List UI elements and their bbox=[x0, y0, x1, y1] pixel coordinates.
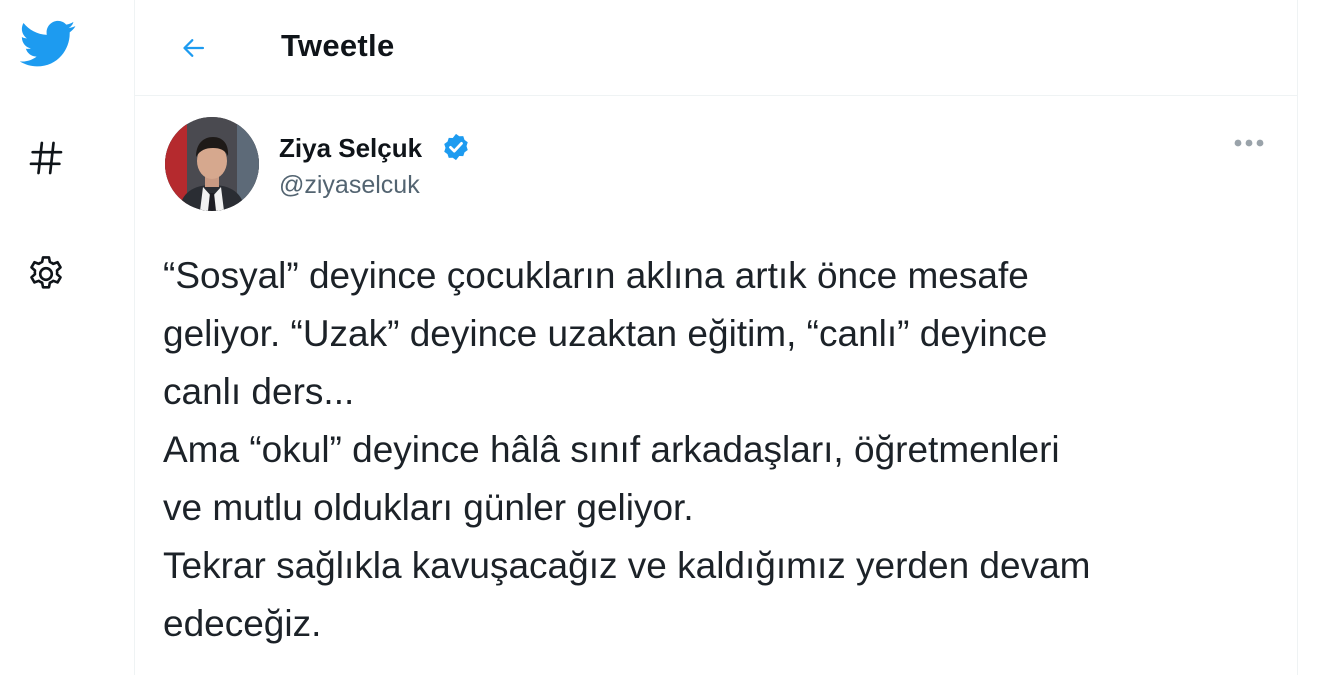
more-options-button[interactable] bbox=[1229, 133, 1269, 153]
tweet-text: “Sosyal” deyince çocukların aklına artık… bbox=[163, 247, 1273, 653]
gear-icon[interactable] bbox=[20, 248, 72, 300]
author-handle[interactable]: @ziyaselcuk bbox=[279, 171, 420, 200]
tweet-text-line: geliyor. “Uzak” deyince uzaktan eğitim, … bbox=[163, 313, 1048, 354]
tweet-text-line: Ama “okul” deyince hâlâ sınıf arkadaşlar… bbox=[163, 429, 1060, 470]
back-button[interactable] bbox=[171, 26, 215, 70]
tweet-text-line: “Sosyal” deyince çocukların aklına artık… bbox=[163, 255, 1029, 296]
main-column: Tweetle Ziya Selçuk @ziyaselcuk “Sosyal”… bbox=[134, 0, 1298, 675]
tweet-text-line: edeceğiz. bbox=[163, 603, 322, 644]
tweet-card: Ziya Selçuk @ziyaselcuk “Sosyal” deyince… bbox=[135, 97, 1297, 675]
arrow-left-icon bbox=[183, 39, 205, 57]
avatar[interactable] bbox=[165, 117, 259, 211]
hashtag-icon[interactable] bbox=[20, 132, 72, 184]
tweet-text-line: Tekrar sağlıkla kavuşacağız ve kaldığımı… bbox=[163, 545, 1091, 586]
page-title: Tweetle bbox=[281, 28, 395, 63]
tweet-text-line: canlı ders... bbox=[163, 371, 355, 412]
tweet-text-line: ve mutlu oldukları günler geliyor. bbox=[163, 487, 694, 528]
sidebar-nav bbox=[0, 0, 96, 675]
page-header: Tweetle bbox=[135, 0, 1297, 96]
more-options-icon bbox=[1234, 139, 1264, 147]
verified-badge-icon bbox=[441, 132, 471, 162]
twitter-logo-icon[interactable] bbox=[18, 14, 78, 74]
author-name[interactable]: Ziya Selçuk bbox=[279, 133, 422, 164]
